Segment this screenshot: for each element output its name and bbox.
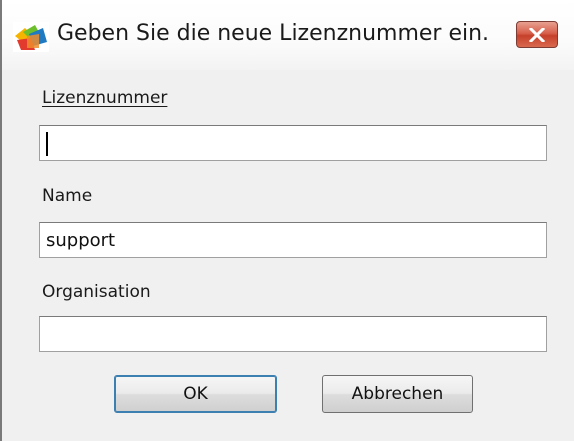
license-number-label: Lizenznummer bbox=[42, 88, 167, 108]
name-label: Name bbox=[42, 186, 93, 206]
license-number-label-text: Lizenznummer bbox=[42, 88, 168, 108]
avg-logo-icon bbox=[13, 22, 49, 52]
ok-button[interactable]: OK bbox=[114, 375, 277, 413]
close-icon bbox=[529, 27, 545, 42]
organisation-input[interactable] bbox=[39, 316, 547, 352]
title-bar[interactable]: Geben Sie die neue Lizenznummer ein. bbox=[2, 0, 574, 70]
text-caret bbox=[46, 132, 48, 156]
license-number-input[interactable] bbox=[39, 125, 547, 161]
window-title: Geben Sie die neue Lizenznummer ein. bbox=[57, 21, 490, 46]
close-button[interactable] bbox=[516, 21, 558, 48]
name-input[interactable] bbox=[39, 222, 547, 258]
license-dialog: Geben Sie die neue Lizenznummer ein. Liz… bbox=[0, 0, 574, 441]
organisation-label: Organisation bbox=[42, 282, 151, 302]
cancel-button[interactable]: Abbrechen bbox=[322, 375, 473, 413]
ok-button-label: OK bbox=[183, 384, 208, 404]
cancel-button-label: Abbrechen bbox=[351, 384, 444, 404]
